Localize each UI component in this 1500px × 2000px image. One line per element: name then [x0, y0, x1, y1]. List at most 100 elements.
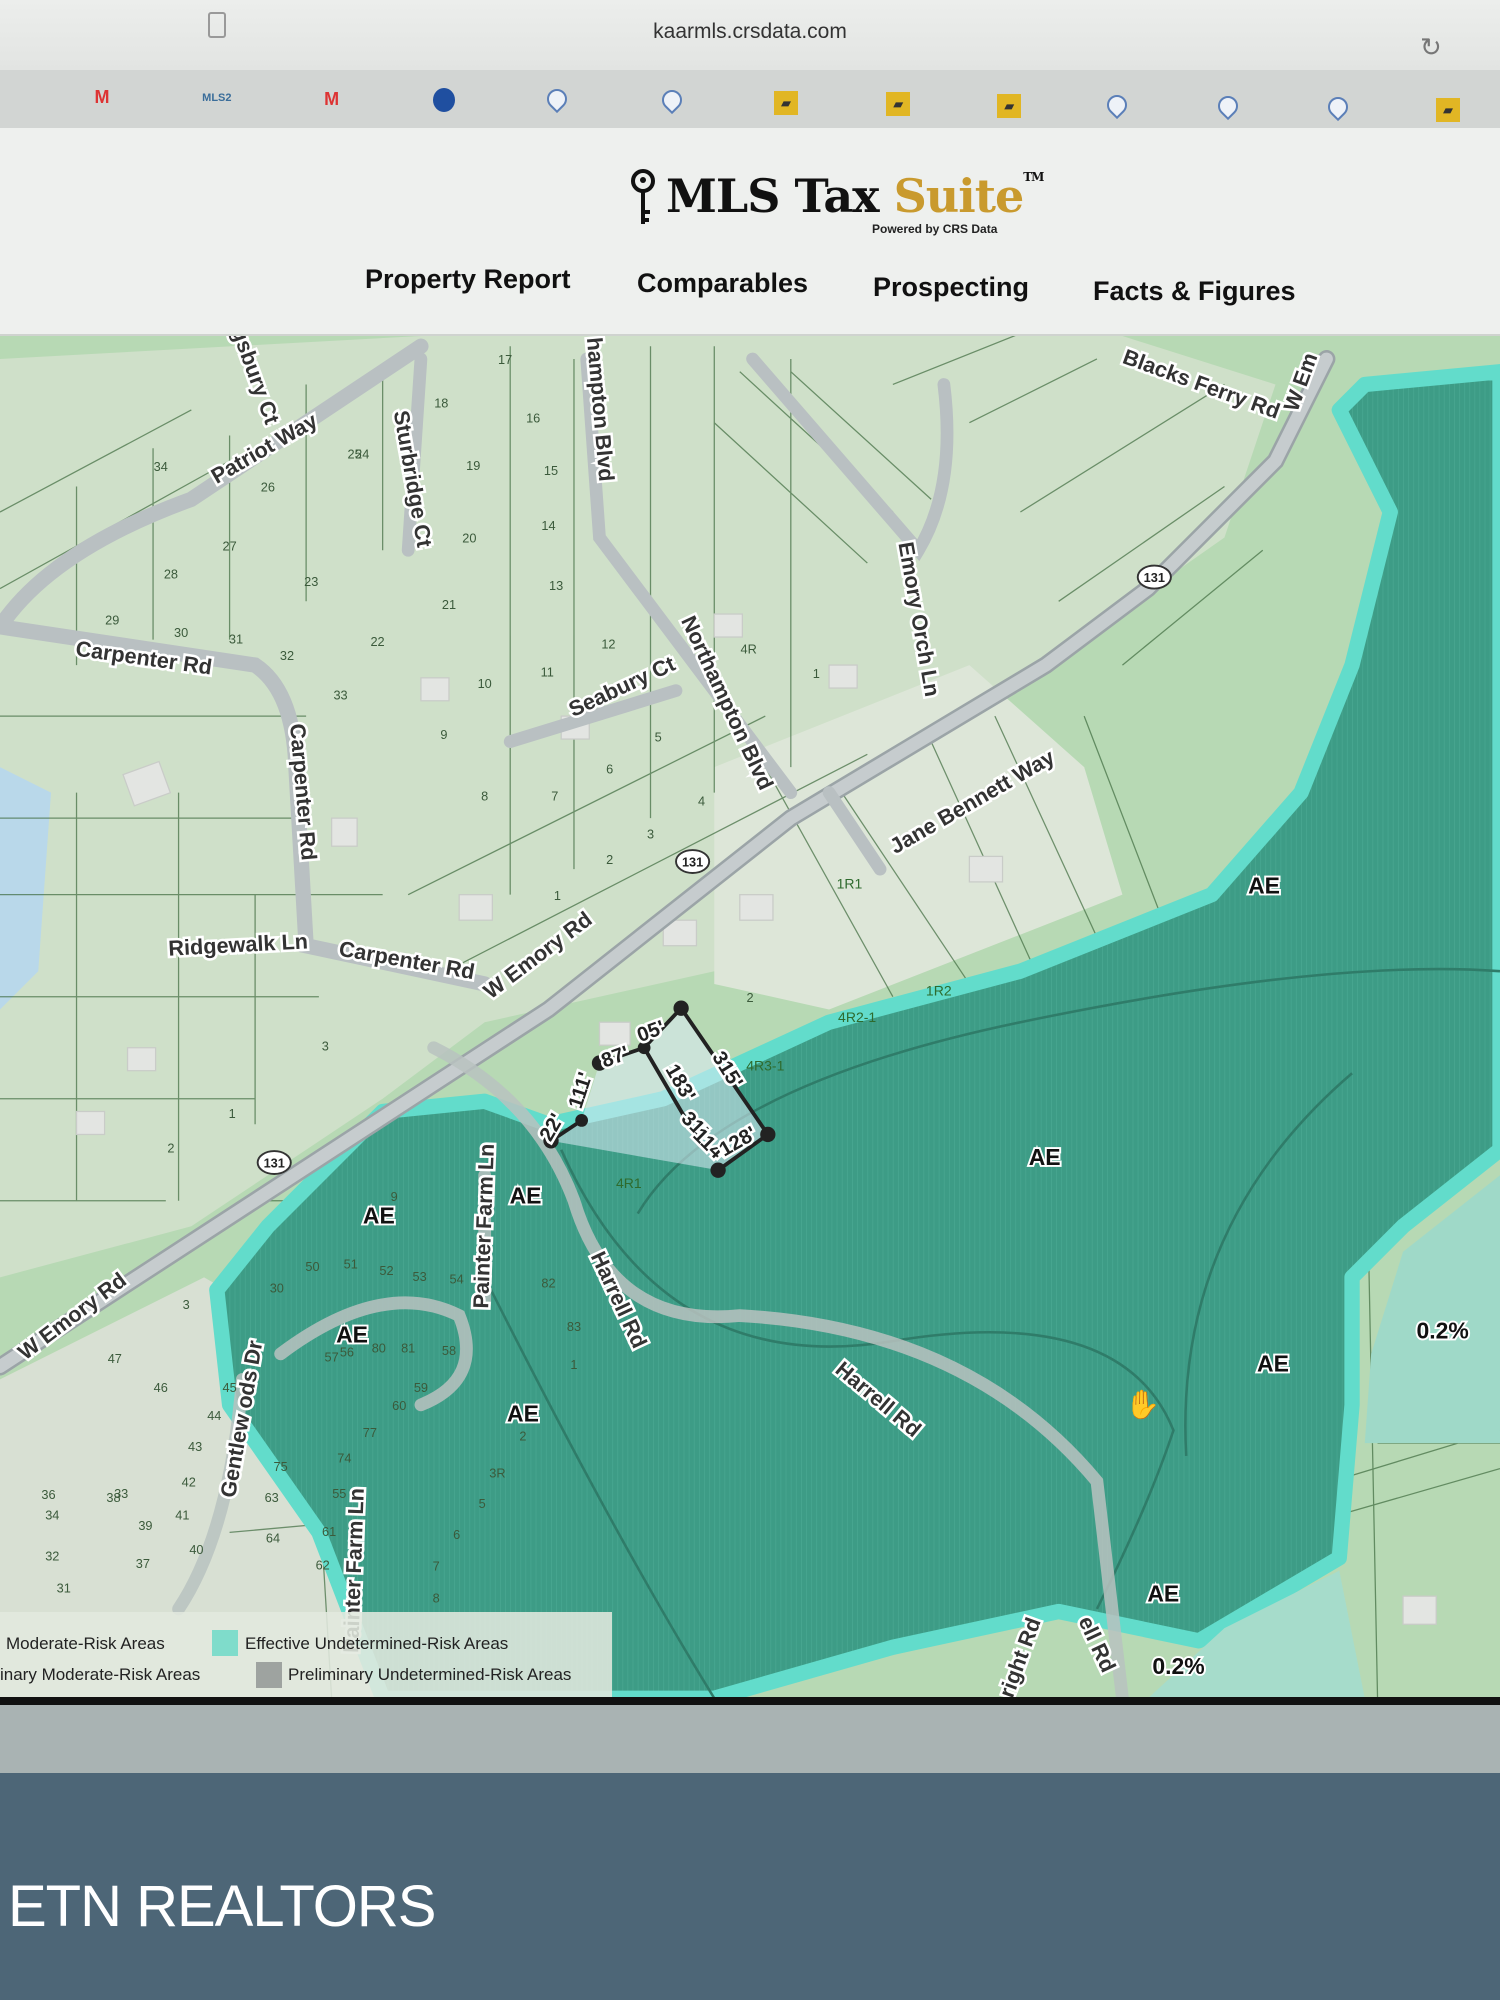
lot-number: 14	[541, 518, 555, 533]
hand-cursor-icon: ✋	[1125, 1388, 1160, 1420]
flood-zone-map[interactable]: 22'111'87'05'183'31'114'128'315' 1716151…	[0, 334, 1500, 1699]
gmail-icon[interactable]: M	[89, 84, 115, 110]
lot-number: 4	[698, 793, 705, 808]
route-number: 131	[1144, 570, 1165, 585]
lot-number: 62	[316, 1557, 330, 1572]
lot-number: 25	[347, 446, 361, 461]
yellow-sign-icon[interactable]: ▰	[774, 91, 798, 115]
lot-number: 39	[138, 1518, 152, 1533]
mls2-icon[interactable]: MLS2	[204, 85, 230, 111]
lot-number: 34	[154, 459, 168, 474]
legend-preliminary-moderate: inary Moderate-Risk Areas	[0, 1665, 200, 1685]
flood-zone-label: AE	[1147, 1580, 1179, 1606]
lot-number: 53	[413, 1269, 427, 1284]
flood-zone-label: AE	[1029, 1144, 1061, 1170]
lot-number: 42	[182, 1475, 196, 1490]
lot-number: 15	[544, 463, 558, 478]
yellow-sign-icon[interactable]: ▰	[886, 92, 910, 116]
logo-text: MLS Tax SuiteTM	[666, 168, 1043, 224]
lot-number: 74	[337, 1450, 351, 1465]
flood-zone-label: AE	[507, 1400, 539, 1426]
lot-number: 10	[478, 676, 492, 691]
logo-main: MLS Tax	[666, 169, 894, 223]
parcel-id-label: 1R2	[926, 982, 952, 998]
lot-number: 31	[229, 631, 243, 646]
lot-number: 30	[174, 625, 188, 640]
gmail-icon[interactable]: M	[319, 86, 345, 112]
lot-number: 5	[479, 1496, 486, 1511]
route-number: 131	[682, 855, 703, 870]
legend-moderate-risk: Moderate-Risk Areas	[6, 1634, 165, 1654]
lot-number: 3	[183, 1297, 190, 1312]
legend-swatch-effective-undetermined	[212, 1630, 238, 1656]
lot-number: 8	[433, 1591, 440, 1606]
lot-number: 9	[391, 1189, 398, 1204]
lot-number: 26	[261, 480, 275, 495]
lot-number: 43	[188, 1439, 202, 1454]
lot-number: 20	[462, 531, 476, 546]
lot-number: 13	[549, 578, 563, 593]
lot-number: 5	[655, 730, 662, 745]
watermark-banner: ETN REALTORS	[0, 1773, 1500, 2000]
lot-number: 21	[442, 597, 456, 612]
logo[interactable]: MLS Tax SuiteTM	[630, 168, 1043, 248]
logo-accent: Suite	[894, 169, 1024, 223]
flood-zone-label: 0.2%	[1416, 1318, 1468, 1344]
lot-number: 54	[450, 1272, 464, 1287]
lot-number: 37	[136, 1556, 150, 1571]
lot-number: 8	[481, 788, 488, 803]
nav-facts-figures[interactable]: Facts & Figures	[1093, 276, 1296, 307]
lot-number: 40	[189, 1542, 203, 1557]
flood-zone-label: AE	[1248, 872, 1280, 898]
lot-number: 1	[570, 1357, 577, 1372]
legend-effective-undetermined: Effective Undetermined-Risk Areas	[245, 1634, 508, 1654]
lot-number: 61	[322, 1524, 336, 1539]
lot-number: 1	[554, 888, 561, 903]
map-canvas[interactable]: 22'111'87'05'183'31'114'128'315' 1716151…	[0, 336, 1500, 1699]
blue-circle-icon[interactable]	[433, 88, 455, 112]
lot-number: 31	[57, 1580, 71, 1595]
yellow-sign-icon[interactable]: ▰	[997, 94, 1021, 118]
lot-number: 7	[433, 1559, 440, 1574]
lot-number: 33	[333, 688, 347, 703]
nav-prospecting[interactable]: Prospecting	[873, 272, 1029, 303]
lot-number: 32	[280, 648, 294, 663]
lot-number: 3	[322, 1038, 329, 1053]
parcel-id-label: 1R1	[837, 875, 863, 891]
address-bar[interactable]: kaarmls.crsdata.com	[0, 20, 1500, 44]
home-pin-icon[interactable]	[543, 85, 571, 113]
lot-number: 46	[154, 1380, 168, 1395]
parcel-id-label: 4R1	[616, 1175, 642, 1191]
legend-preliminary-undetermined: Preliminary Undetermined-Risk Areas	[288, 1665, 571, 1685]
nav-property-report[interactable]: Property Report	[365, 264, 571, 295]
home-pin-icon[interactable]	[1214, 92, 1242, 120]
nav-comparables[interactable]: Comparables	[637, 268, 808, 299]
parcel-id-label: 4R2-1	[838, 1009, 876, 1025]
lot-number: 30	[270, 1281, 284, 1296]
route-number: 131	[264, 1156, 285, 1171]
home-pin-icon[interactable]	[658, 86, 686, 114]
home-pin-icon[interactable]	[1323, 93, 1351, 121]
lot-number: 7	[551, 788, 558, 803]
lot-number: 3R	[489, 1466, 505, 1481]
trademark: TM	[1023, 170, 1043, 184]
lot-number: 34	[45, 1508, 59, 1523]
lot-number: 28	[164, 566, 178, 581]
lot-number: 2	[746, 990, 753, 1005]
lot-number: 41	[175, 1508, 189, 1523]
lot-number: 60	[392, 1398, 406, 1413]
monitor-bezel	[0, 1697, 1500, 1705]
home-pin-icon[interactable]	[1103, 91, 1131, 119]
lot-number: 33	[114, 1486, 128, 1501]
main-nav: Property Report Comparables Prospecting …	[0, 264, 1500, 314]
lot-number: 16	[526, 411, 540, 426]
lot-number: 47	[108, 1351, 122, 1366]
lot-number: 1	[229, 1106, 236, 1121]
flood-zone-label: 0.2%	[1152, 1653, 1204, 1679]
yellow-sign-icon[interactable]: ▰	[1436, 98, 1460, 122]
lot-number: 11	[541, 665, 554, 680]
lot-number: 19	[466, 458, 480, 473]
lot-number: 17	[498, 352, 512, 367]
lot-number: 29	[105, 612, 119, 627]
reload-icon[interactable]: ↻	[1420, 32, 1442, 63]
